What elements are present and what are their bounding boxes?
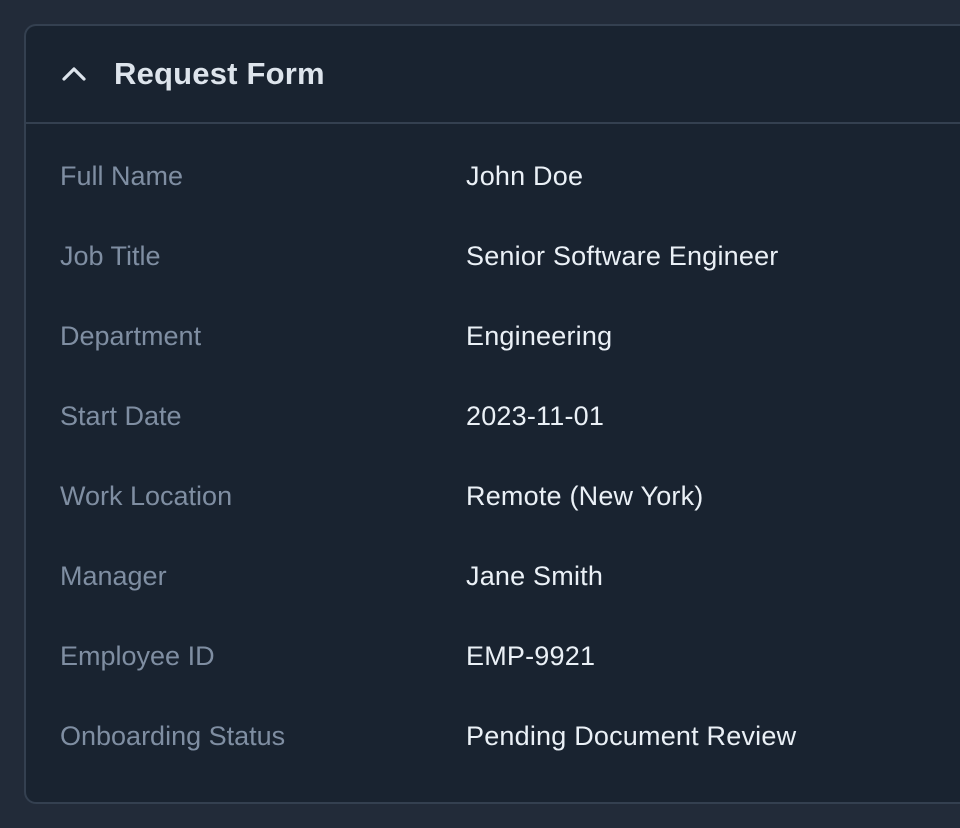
field-value: Pending Document Review [466, 720, 797, 751]
field-label: Work Location [60, 480, 233, 511]
field-value: John Doe [466, 160, 584, 191]
field-row-work-location: Work Location Remote (New York) [26, 456, 960, 536]
field-label: Department [60, 320, 202, 351]
field-list: Full Name John Doe Job Title Senior Soft… [26, 124, 960, 776]
field-label: Start Date [60, 400, 182, 431]
field-label: Manager [60, 560, 167, 591]
field-value: Senior Software Engineer [466, 240, 779, 271]
field-value: EMP-9921 [466, 640, 596, 671]
field-row-department: Department Engineering [26, 296, 960, 376]
field-label: Employee ID [60, 640, 215, 671]
field-row-full-name: Full Name John Doe [26, 136, 960, 216]
field-label: Job Title [60, 240, 161, 271]
panel-header[interactable]: Request Form [26, 26, 960, 124]
request-form-panel: Request Form Full Name John Doe Job Titl… [24, 24, 960, 804]
panel-title: Request Form [114, 56, 325, 91]
field-row-start-date: Start Date 2023-11-01 [26, 376, 960, 456]
field-row-manager: Manager Jane Smith [26, 536, 960, 616]
field-row-employee-id: Employee ID EMP-9921 [26, 616, 960, 696]
field-value: 2023-11-01 [466, 400, 605, 431]
chevron-up-icon[interactable] [60, 60, 88, 88]
field-label: Onboarding Status [60, 720, 286, 751]
field-row-onboarding-status: Onboarding Status Pending Document Revie… [26, 696, 960, 776]
field-label: Full Name [60, 160, 184, 191]
field-value: Engineering [466, 320, 613, 351]
field-row-job-title: Job Title Senior Software Engineer [26, 216, 960, 296]
field-value: Jane Smith [466, 560, 604, 591]
field-value: Remote (New York) [466, 480, 704, 511]
